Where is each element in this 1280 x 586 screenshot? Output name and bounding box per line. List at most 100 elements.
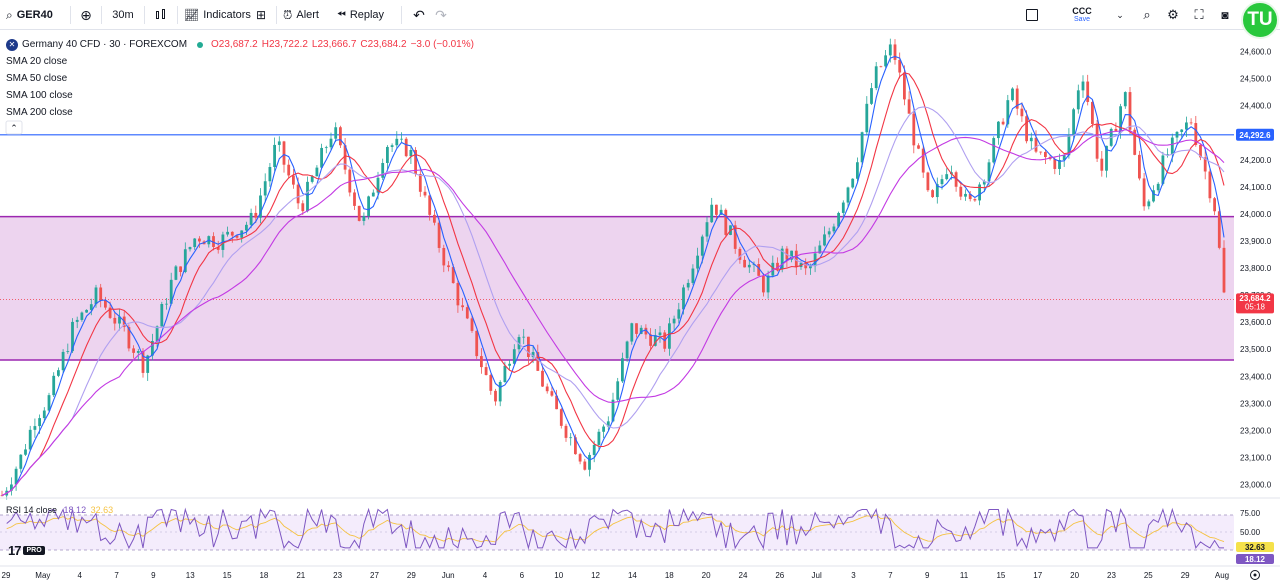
- rsi-pane[interactable]: 75.00 50.00 32.63 18.12: [0, 507, 1274, 564]
- candle-body: [1100, 158, 1104, 171]
- candle-body: [136, 351, 140, 353]
- layout-save[interactable]: CCC Save: [1052, 0, 1112, 30]
- candle-body: [254, 212, 258, 218]
- layout-menu-button[interactable]: ⌄: [1112, 0, 1128, 30]
- candle-body: [1086, 81, 1090, 102]
- price-tick-label: 23,500.0: [1240, 345, 1272, 354]
- chevron-down-icon: ⌄: [1116, 9, 1124, 20]
- undo-button[interactable]: ↶: [408, 0, 430, 30]
- candle-body: [47, 395, 51, 411]
- candle-body: [635, 323, 638, 334]
- top-toolbar: ⌕ GER40 ⊕ 30m 📈︎ Indicators ⊞ ⏰︎ Alert ⏪…: [0, 0, 1280, 30]
- candle-body: [367, 196, 370, 217]
- layout-name: CCC: [1072, 5, 1092, 16]
- candle-body: [395, 138, 399, 146]
- interval-button[interactable]: 30m: [108, 0, 138, 30]
- candle-body: [94, 287, 98, 305]
- candle-body: [433, 214, 436, 223]
- candle-body: [569, 437, 573, 439]
- snapshot-button[interactable]: ◙: [1212, 0, 1238, 30]
- exchange-logo-icon[interactable]: ✕: [6, 38, 18, 51]
- collapse-legend-button[interactable]: ⌃: [5, 120, 23, 135]
- plus-circle-icon: ⊕: [80, 6, 92, 23]
- candle-body: [470, 318, 474, 331]
- settings-button[interactable]: ⚙︎: [1160, 0, 1186, 30]
- sma200-legend[interactable]: SMA 200 close: [6, 104, 474, 121]
- date-tick-label: 7: [888, 571, 893, 580]
- date-tick-label: 12: [591, 571, 600, 580]
- candle-body: [1011, 88, 1014, 101]
- candle-body: [912, 113, 916, 146]
- candle-body: [945, 174, 949, 180]
- candle-body: [165, 303, 168, 305]
- price-tick-label: 23,300.0: [1240, 399, 1272, 408]
- candle-body: [132, 348, 135, 353]
- range-zone: [0, 216, 1234, 361]
- replay-button[interactable]: ⏪︎ Replay: [337, 0, 395, 30]
- chart-legend: ✕ Germany 40 CFD · 30 · FOREXCOM O23,687…: [6, 36, 474, 121]
- sma50-legend[interactable]: SMA 50 close: [6, 70, 474, 87]
- candle-body: [320, 147, 323, 168]
- alert-label: Alert: [296, 8, 319, 21]
- candle-body: [715, 204, 718, 215]
- gear-icon: ⚙︎: [1167, 6, 1179, 22]
- candle-body: [1095, 123, 1099, 159]
- date-tick-label: 26: [775, 571, 784, 580]
- fullscreen-button[interactable]: ⛶: [1186, 0, 1212, 30]
- candle-body: [362, 216, 366, 221]
- candle-body: [630, 323, 634, 342]
- tradingview-logo[interactable]: 17 PRO: [8, 543, 45, 558]
- candle-body: [489, 375, 493, 391]
- candle-body: [498, 381, 502, 402]
- candle-body: [437, 222, 441, 248]
- candle-body: [747, 264, 751, 268]
- chart-type-button[interactable]: [151, 0, 171, 30]
- candle-body: [1020, 108, 1024, 117]
- candle-body: [691, 268, 695, 283]
- templates-button[interactable]: ⊞: [252, 0, 270, 30]
- compare-button[interactable]: ⊕: [77, 0, 95, 30]
- layout-toggle[interactable]: [1020, 0, 1044, 30]
- candle-body: [1142, 178, 1146, 207]
- sma20-legend[interactable]: SMA 20 close: [6, 53, 474, 70]
- symbol-label: GER40: [16, 8, 53, 21]
- date-tick-label: 6: [520, 571, 525, 580]
- candle-body: [174, 266, 178, 280]
- candle-body: [334, 127, 338, 139]
- symbol-search[interactable]: ⌕ GER40: [0, 0, 64, 30]
- candle-body: [597, 431, 601, 445]
- candle-body: [898, 59, 902, 73]
- candle-body: [465, 307, 469, 319]
- fullscreen-icon: ⛶: [1194, 6, 1204, 22]
- date-tick-label: 29: [2, 571, 11, 580]
- candle-body: [66, 351, 70, 352]
- candle-body: [724, 209, 728, 235]
- candle-body: [997, 121, 1000, 139]
- price-tick-label: 23,900.0: [1240, 237, 1272, 246]
- redo-button[interactable]: ↷: [430, 0, 452, 30]
- candle-body: [1147, 201, 1151, 207]
- candle-body: [292, 175, 295, 185]
- quick-search-button[interactable]: ⌕: [1134, 0, 1160, 30]
- resistance-label: 24,292.6: [1239, 131, 1271, 140]
- candle-body: [80, 312, 84, 320]
- alarm-icon: ⏰︎: [283, 7, 293, 22]
- undo-icon: ↶: [413, 6, 425, 23]
- alert-button[interactable]: ⏰︎ Alert: [283, 0, 329, 30]
- candle-body: [762, 275, 765, 293]
- indicators-label: Indicators: [203, 8, 251, 21]
- rsi-legend[interactable]: RSI 14 close 18.12 32.63: [6, 505, 113, 515]
- candle-body: [766, 275, 770, 293]
- candle-body: [1114, 128, 1118, 131]
- candle-body: [42, 410, 46, 419]
- date-tick-label: 24: [739, 571, 748, 580]
- candle-body: [1034, 137, 1038, 152]
- date-axis[interactable]: 29 May 4 7 9 13 15 18 21 23 27 29 Jun 4 6 10 12 14 18 20 24 2…: [2, 571, 1230, 580]
- ohlc-close: C23,684.2: [360, 39, 407, 50]
- sma100-legend[interactable]: SMA 100 close: [6, 87, 474, 104]
- candle-body: [404, 138, 408, 157]
- candle-body: [226, 231, 229, 235]
- indicators-button[interactable]: 📈︎ Indicators: [184, 0, 252, 30]
- candle-body: [273, 144, 276, 168]
- instrument-title[interactable]: Germany 40 CFD · 30 · FOREXCOM: [22, 39, 187, 50]
